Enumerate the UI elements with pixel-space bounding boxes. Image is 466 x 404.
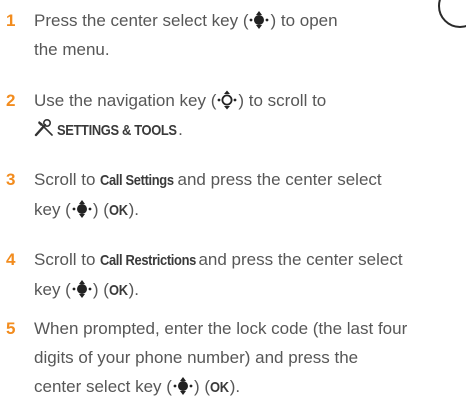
step-text-part: and press the center select <box>172 170 382 189</box>
navigation-key-icon <box>216 90 238 110</box>
step-number: 4 <box>6 250 16 269</box>
step-number: 2 <box>6 91 16 110</box>
step-text-part: ) to scroll to <box>238 91 327 110</box>
step-text-part: ) ( <box>92 200 109 219</box>
step-text: Scroll to Call Restrictions and press th… <box>34 245 458 305</box>
step-text: Scroll to Call Settings and press the ce… <box>34 165 458 225</box>
center-select-key-icon <box>172 376 194 396</box>
step-text-part: digits of your phone number) and press t… <box>34 348 359 367</box>
step-text-part: ). <box>128 200 139 219</box>
center-select-key-icon <box>71 279 93 299</box>
step-text-part: Press the center select key ( <box>34 11 249 30</box>
step-text-part: key ( <box>34 200 71 219</box>
menu-name: OK <box>210 379 229 396</box>
center-select-key-icon <box>248 10 270 30</box>
step-text-part: Scroll to <box>34 250 101 269</box>
step-number: 3 <box>6 170 16 189</box>
step-text-part: key ( <box>34 280 71 299</box>
step-text-part: Scroll to <box>34 170 101 189</box>
menu-name: SETTINGS & TOOLS <box>57 122 177 139</box>
menu-name: Call Restrictions <box>100 252 197 269</box>
step-text-part: ) ( <box>92 280 109 299</box>
step-text: When prompted, enter the lock code (the … <box>34 314 458 402</box>
menu-name: OK <box>108 282 128 299</box>
step-text-part: ) to open <box>270 11 338 30</box>
menu-name: OK <box>108 202 128 219</box>
step-text-part: center select key ( <box>34 377 172 396</box>
step-text-part: the menu. <box>34 40 110 59</box>
settings-tools-icon <box>34 119 54 137</box>
menu-name: Call Settings <box>100 172 174 189</box>
step-text-part: ). <box>128 280 139 299</box>
center-select-key-icon <box>71 199 93 219</box>
step-text-part: When prompted, enter the lock code (the … <box>34 319 408 338</box>
step-text-part: . <box>178 120 183 139</box>
step-text-part: ). <box>229 377 241 396</box>
step-number: 1 <box>6 11 16 30</box>
step-text-part: Use the navigation key ( <box>34 91 217 110</box>
step-number: 5 <box>6 319 16 338</box>
step-text: Press the center select key ( ) to open t… <box>34 6 458 64</box>
step-text-part: ) ( <box>193 377 210 396</box>
step-text-part: and press the center select <box>193 250 403 269</box>
step-text: Use the navigation key ( ) to scroll to S… <box>34 86 458 145</box>
